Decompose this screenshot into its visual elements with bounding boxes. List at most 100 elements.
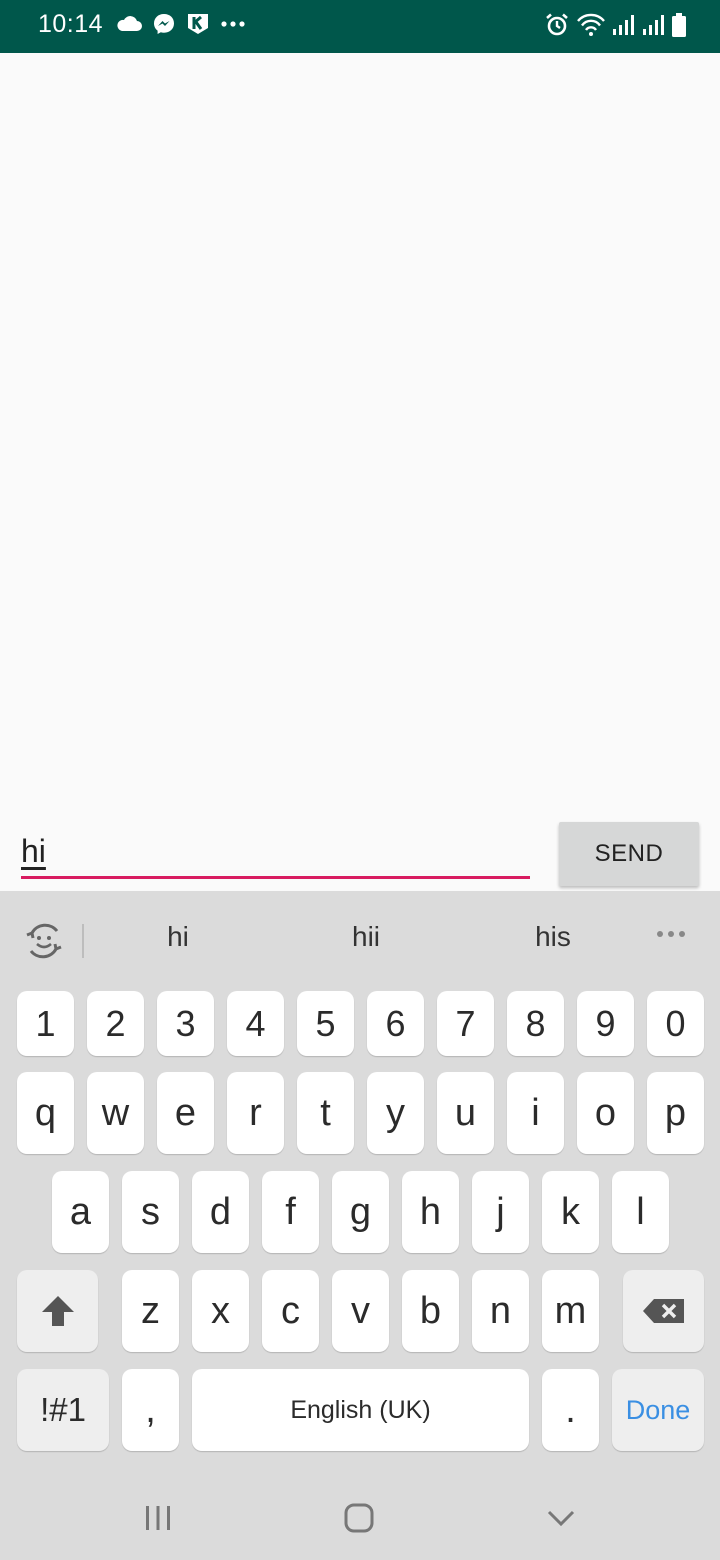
key-3[interactable]: 3	[157, 991, 214, 1056]
key-label: b	[419, 1289, 442, 1332]
key-t[interactable]: t	[297, 1072, 354, 1154]
key-label: 6	[385, 1002, 406, 1044]
battery-icon	[672, 13, 686, 37]
key-7[interactable]: 7	[437, 991, 494, 1056]
key-label: d	[209, 1190, 232, 1233]
key-label: !#1	[40, 1391, 86, 1428]
key-label: t	[320, 1091, 331, 1134]
key-label: n	[489, 1289, 512, 1332]
key-r[interactable]: r	[227, 1072, 284, 1154]
cloud-icon	[117, 16, 142, 31]
done-key[interactable]: Done	[612, 1369, 704, 1451]
key-label: c	[281, 1289, 300, 1332]
key-v[interactable]: v	[332, 1270, 389, 1352]
key-label: 0	[665, 1002, 686, 1044]
key-label: x	[211, 1289, 230, 1332]
key-x[interactable]: x	[192, 1270, 249, 1352]
key-i[interactable]: i	[507, 1072, 564, 1154]
key-5[interactable]: 5	[297, 991, 354, 1056]
key-1[interactable]: 1	[17, 991, 74, 1056]
key-label: k	[561, 1190, 580, 1233]
key-l[interactable]: l	[612, 1171, 669, 1253]
key-g[interactable]: g	[332, 1171, 389, 1253]
key-p[interactable]: p	[647, 1072, 704, 1154]
home-button[interactable]	[329, 1498, 389, 1538]
recents-icon	[146, 1506, 170, 1530]
key-label: 9	[595, 1002, 616, 1044]
key-label: h	[419, 1190, 442, 1233]
key-0[interactable]: 0	[647, 991, 704, 1056]
key-label: z	[141, 1289, 160, 1332]
key-q[interactable]: q	[17, 1072, 74, 1154]
key-label: j	[496, 1190, 505, 1233]
more-dots-icon	[221, 21, 245, 27]
key-label: m	[554, 1289, 587, 1332]
key-label: 1	[35, 1002, 56, 1044]
back-chevron-icon	[547, 1510, 575, 1527]
key-label: a	[69, 1190, 92, 1233]
alarm-icon	[546, 13, 568, 36]
key-e[interactable]: e	[157, 1072, 214, 1154]
key-s[interactable]: s	[122, 1171, 179, 1253]
key-z[interactable]: z	[122, 1270, 179, 1352]
key-label: g	[349, 1190, 372, 1233]
key-f[interactable]: f	[262, 1171, 319, 1253]
key-label: o	[594, 1091, 617, 1134]
key-label: u	[454, 1091, 477, 1134]
emoji-sticker-icon[interactable]	[24, 921, 64, 961]
message-input[interactable]	[21, 826, 530, 879]
symbols-key[interactable]: !#1	[17, 1369, 109, 1451]
suggestion-3[interactable]: his	[535, 921, 571, 953]
key-n[interactable]: n	[472, 1270, 529, 1352]
key-8[interactable]: 8	[507, 991, 564, 1056]
send-button[interactable]: SEND	[559, 822, 699, 886]
key-label: Done	[625, 1394, 691, 1425]
status-time: 10:14	[38, 10, 104, 38]
key-2[interactable]: 2	[87, 991, 144, 1056]
key-6[interactable]: 6	[367, 991, 424, 1056]
key-label: 2	[105, 1002, 126, 1044]
key-label: f	[285, 1190, 296, 1233]
key-label: 4	[245, 1002, 266, 1044]
key-m[interactable]: m	[542, 1270, 599, 1352]
recents-button[interactable]	[128, 1498, 188, 1538]
key-label: w	[101, 1091, 130, 1134]
key-h[interactable]: h	[402, 1171, 459, 1253]
key-c[interactable]: c	[262, 1270, 319, 1352]
key-d[interactable]: d	[192, 1171, 249, 1253]
comma-key[interactable]: ,	[122, 1369, 179, 1451]
shift-key[interactable]	[17, 1270, 98, 1352]
key-j[interactable]: j	[472, 1171, 529, 1253]
suggestion-1[interactable]: hi	[167, 921, 189, 953]
key-label: ,	[145, 1388, 156, 1431]
key-label: l	[636, 1190, 645, 1233]
key-k[interactable]: k	[542, 1171, 599, 1253]
key-4[interactable]: 4	[227, 991, 284, 1056]
backspace-key[interactable]	[623, 1270, 704, 1352]
status-right-icons	[544, 12, 686, 38]
backspace-icon	[642, 1299, 684, 1323]
key-label: 8	[525, 1002, 546, 1044]
keyboard: hi hii his 1 2 3 4 5 6 7 8 9 0 q w e r t…	[0, 891, 720, 1560]
signal-icon	[613, 15, 634, 35]
key-label: y	[386, 1091, 405, 1134]
back-button[interactable]	[531, 1498, 591, 1538]
navigation-bar	[0, 1470, 720, 1560]
key-u[interactable]: u	[437, 1072, 494, 1154]
home-icon	[344, 1503, 374, 1533]
wifi-icon	[577, 13, 605, 36]
shift-arrow-icon	[41, 1296, 74, 1326]
message-area	[0, 53, 720, 891]
key-w[interactable]: w	[87, 1072, 144, 1154]
key-b[interactable]: b	[402, 1270, 459, 1352]
period-key[interactable]: .	[542, 1369, 599, 1451]
more-options-icon[interactable]	[656, 929, 686, 939]
status-bar: 10:14	[0, 0, 720, 53]
key-9[interactable]: 9	[577, 991, 634, 1056]
key-a[interactable]: a	[52, 1171, 109, 1253]
space-key[interactable]: English (UK)	[192, 1369, 529, 1451]
key-o[interactable]: o	[577, 1072, 634, 1154]
key-y[interactable]: y	[367, 1072, 424, 1154]
key-label: 3	[175, 1002, 196, 1044]
suggestion-2[interactable]: hii	[352, 921, 380, 953]
